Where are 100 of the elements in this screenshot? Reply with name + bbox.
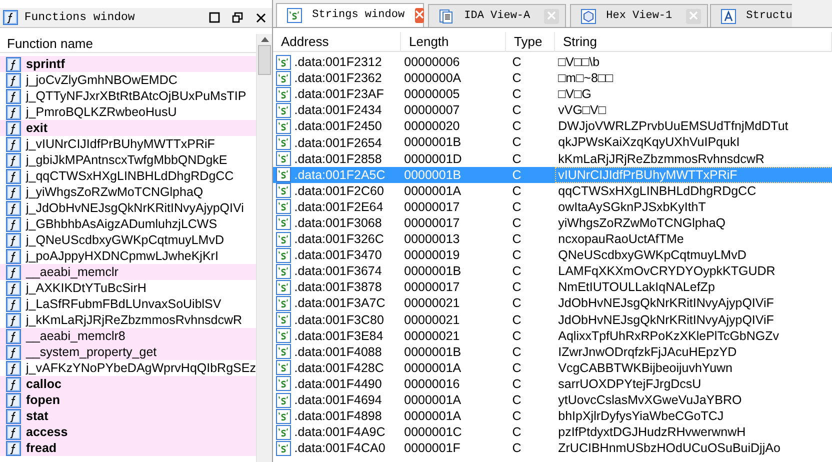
string-row[interactable]: .data:001F4088 0000001B C IZwrJnwODrqfzkFjJAcuHEpzYD [273, 344, 832, 360]
function-icon [6, 72, 21, 88]
function-row[interactable]: j_JdObHvNEJsgQkNrKRitINvyAjypQIVi [0, 200, 256, 216]
function-icon [6, 104, 21, 120]
function-row[interactable]: access [0, 424, 256, 440]
maximize-icon[interactable] [208, 12, 220, 23]
function-row[interactable]: j_poAJppyHXDNCpmwLJwheKjKrI [0, 248, 256, 264]
string-row[interactable]: .data:001F4490 00000016 C sarrUOXDPYtejFJrgDcsU [273, 376, 832, 392]
restore-icon[interactable] [232, 12, 244, 23]
length-cell-text: 00000017 [403, 214, 461, 232]
string-row[interactable]: .data:001F3470 00000019 C QNeUScdbxyGWKpCqtmuyLMvD [273, 247, 832, 264]
column-header[interactable]: Address [273, 32, 401, 52]
function-row[interactable]: __aeabi_memclr8 [0, 328, 256, 344]
scroll-up-icon[interactable] [260, 37, 268, 42]
string-row[interactable]: .data:001F23AF 00000005 C □V□G [273, 86, 832, 102]
string-cell-text: owItaAySGknPJSxbKyIthT [557, 198, 707, 215]
length-cell-text: 00000017 [403, 279, 461, 296]
function-row[interactable]: stat [0, 408, 256, 424]
string-row[interactable]: .data:001F2858 0000001D C kKmLaRjJRjReZbzmmosRvhnsdcwR [273, 150, 832, 167]
string-cell-text: IZwrJnwODrqfzkFjJAcuHEpzYD [557, 344, 738, 360]
address-cell: .data:001F3A7C [294, 295, 386, 312]
function-row[interactable]: j_GBhbhbAsAigzADumluhzjLCWS [0, 216, 256, 232]
function-row[interactable]: j_AXKIKDtYTuBcSirH [0, 280, 256, 296]
string-row[interactable]: .data:001F2450 00000020 C DWJjoVWRLZPrvbUuEMSUdTfnjMdDTut [273, 118, 832, 134]
column-header[interactable]: Type [506, 32, 555, 52]
function-row[interactable]: calloc [0, 376, 256, 392]
tab[interactable]: Structu [710, 4, 792, 27]
type-cell-text: C [511, 182, 522, 199]
type-cell-text: C [511, 360, 522, 376]
function-row[interactable]: j_vIUNrCIJIdfPrBUhyMWTTxPRiF [0, 136, 256, 152]
type-cell-text: C [511, 295, 522, 312]
function-row[interactable]: j_joCvZlyGmhNBOwEMDC [0, 72, 256, 88]
function-row[interactable]: j_LaSfRFubmFBdLUnvaxSoUiblSV [0, 296, 256, 312]
function-row[interactable]: fread [0, 440, 256, 456]
scrollbar[interactable] [256, 34, 272, 462]
address-cell: .data:001F2E64 [294, 198, 384, 215]
function-icon [6, 56, 21, 72]
function-row[interactable]: j_PmroBQLKZRwbeoHusU [0, 104, 256, 120]
string-cell-text: □V□□\b [557, 54, 601, 70]
string-row[interactable]: .data:001F4A9C 0000001C C pzIfPtdyxtDGJHudzRHvwerwnwH [273, 424, 832, 440]
type-cell-text: C [511, 166, 522, 183]
string-row[interactable]: .data:001F326C 00000013 C ncxopauRaoUctAfTMe [273, 231, 832, 248]
string-cell-text: bhIpXjlrDyfysYiaWbeCGoTCJ [557, 408, 725, 424]
string-row[interactable]: .data:001F2E64 00000017 C owItaAySGknPJSxbKyIthT [273, 198, 832, 215]
scroll-thumb[interactable] [258, 45, 271, 76]
column-header[interactable]: Length [401, 32, 506, 52]
tab[interactable]: Hex View-1 [570, 4, 708, 27]
tab-close-icon[interactable] [414, 8, 424, 23]
string-row[interactable]: .data:001F2654 0000001B C qkJPWsKaiXzqKqyUXhVuIPqukI [273, 134, 832, 151]
type-cell-text: C [511, 70, 522, 86]
function-row[interactable]: exit [0, 120, 256, 136]
type-cell-text: C [511, 312, 522, 328]
string-row[interactable]: .data:001F3A7C 00000021 C JdObHvNEJsgQkNrKRitINvyAjypQIViF [273, 295, 832, 312]
type-cell-text: C [511, 328, 522, 344]
string-icon [276, 151, 292, 166]
function-icon [6, 344, 21, 360]
string-cell-text: JdObHvNEJsgQkNrKRitINvyAjypQIViF [557, 312, 775, 328]
function-row[interactable]: j_qqCTWSxHXgLINBHLdDhgRDgCC [0, 168, 256, 184]
string-cell-text: ZrUCIBHnmUSbzHOdUCuOSuBuiDjjAo [557, 440, 782, 456]
string-row[interactable]: .data:001F2434 00000007 C vVG□V□ [273, 102, 832, 118]
function-row[interactable]: __system_property_get [0, 344, 256, 360]
string-row[interactable]: .data:001F3878 00000017 C NmEtIUTOULLakIqNALefZp [273, 279, 832, 296]
close-icon[interactable] [256, 12, 266, 22]
address-cell: .data:001F3E84 [294, 328, 384, 344]
function-row[interactable]: j_QTTyNFJxrXBtRtBAtcOjBUxPuMsTIP [0, 88, 256, 104]
string-row[interactable]: .data:001F2362 0000000A C □m□~8□□ [273, 70, 832, 86]
string-icon [276, 183, 292, 198]
function-row[interactable]: j_vAFKzYNoPYbeDAgWprvHqQIbRgSEz [0, 360, 256, 376]
string-icon [276, 344, 292, 360]
type-cell-text: C [511, 440, 522, 456]
function-row[interactable]: sprintf [0, 56, 256, 72]
function-row[interactable]: j_yiWhgsZoRZwMoTCNGlphaQ [0, 184, 256, 200]
string-row[interactable]: .data:001F3068 00000017 C yiWhgsZoRZwMoTCNGlphaQ [273, 214, 832, 232]
string-row[interactable]: .data:001F2C60 0000001A C qqCTWSxHXgLINBHLdDhgRDgCC [273, 182, 832, 199]
tab[interactable]: Strings window [276, 3, 424, 27]
address-cell: .data:001F2A5C [294, 166, 386, 183]
string-row[interactable]: .data:001F428C 0000001A C VcgCABBTWKBijbeoijuvhYuwn [273, 360, 832, 376]
column-header[interactable]: String [555, 32, 832, 52]
string-icon [276, 215, 292, 230]
string-row[interactable]: .data:001F3C80 00000021 C JdObHvNEJsgQkNrKRitINvyAjypQIViF [273, 312, 832, 328]
string-row[interactable]: .data:001F3E84 00000021 C AqlixxTpfUhRxRPoKzXKlePlTcGbNGZv [273, 328, 832, 344]
function-row[interactable]: j_gbiJkMPAntnscxTwfgMbbQNDgkE [0, 152, 256, 168]
string-row[interactable]: .data:001F2312 00000006 C □V□□\b [273, 54, 832, 70]
string-row[interactable]: .data:001F4898 0000001A C bhIpXjlrDyfysYiaWbeCGoTCJ [273, 408, 832, 424]
function-row[interactable]: j_kKmLaRjJRjReZbzmmosRvhnsdcwR [0, 312, 256, 328]
function-icon [6, 88, 21, 104]
function-row[interactable]: j_QNeUScdbxyGWKpCqtmuyLMvD [0, 232, 256, 248]
string-cell-text: qqCTWSxHXgLINBHLdDhgRDgCC [557, 182, 758, 199]
type-cell-text: C [511, 198, 522, 215]
string-row[interactable]: .data:001F4694 0000001A C ytUovcCslasMvXGweVuJaYBRO [273, 392, 832, 408]
string-row[interactable]: .data:001F3674 0000001B C LAMFqXKXmOvCRYDYOypkKTGUDR [273, 263, 832, 280]
type-cell-text: C [511, 279, 522, 296]
string-row[interactable]: .data:001F4CA0 0000001F C ZrUCIBHnmUSbzHOdUCuOSuBuiDjjAo [273, 440, 832, 456]
tab[interactable]: IDA View-A [428, 4, 566, 27]
length-cell-text: 00000005 [403, 86, 461, 102]
function-row[interactable]: __aeabi_memclr [0, 264, 256, 280]
function-row[interactable]: fopen [0, 392, 256, 408]
type-cell-text: C [511, 247, 522, 264]
string-icon [276, 118, 292, 134]
function-icon [6, 328, 21, 344]
